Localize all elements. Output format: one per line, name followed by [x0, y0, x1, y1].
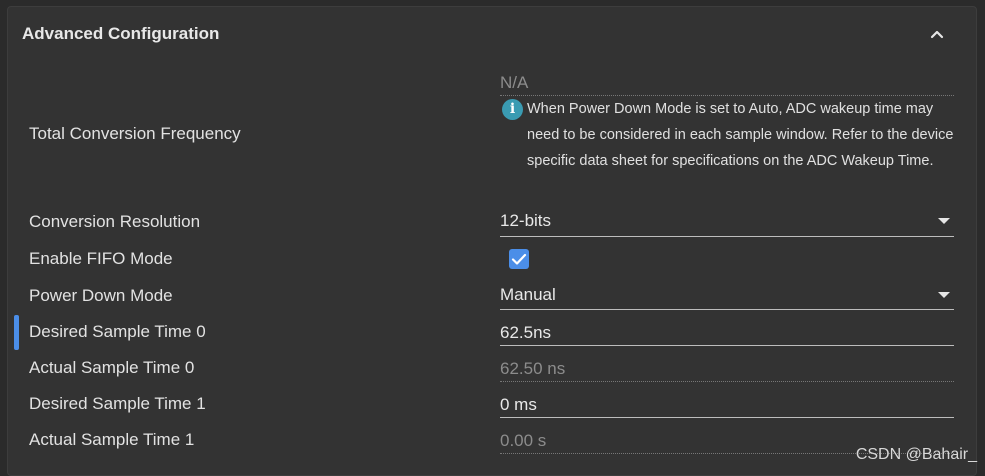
- row-focus-indicator: [14, 315, 19, 350]
- enable-fifo-mode-label: Enable FIFO Mode: [29, 249, 173, 268]
- power-down-mode-select[interactable]: Manual: [500, 277, 954, 311]
- desired-sample-time-1-underline: [500, 417, 954, 418]
- chevron-up-icon[interactable]: [926, 23, 948, 45]
- checkmark-icon: [511, 253, 527, 265]
- conversion-resolution-label: Conversion Resolution: [29, 212, 201, 231]
- chevron-down-icon: [938, 218, 950, 224]
- actual-sample-time-0-value: 62.50 ns: [500, 359, 566, 378]
- actual-sample-time-0-underline: [500, 381, 954, 382]
- info-icon: i: [502, 99, 523, 120]
- actual-sample-time-1-value: 0.00 s: [500, 431, 547, 450]
- power-down-mode-value: Manual: [500, 285, 556, 304]
- actual-sample-time-0-label: Actual Sample Time 0: [29, 358, 195, 377]
- desired-sample-time-0-label: Desired Sample Time 0: [29, 322, 206, 341]
- desired-sample-time-0-input[interactable]: 62.5ns: [500, 323, 551, 343]
- watermark: CSDN @Bahair_: [855, 446, 977, 463]
- desired-sample-time-1-input[interactable]: 0 ms: [500, 395, 537, 415]
- advanced-configuration-panel: Advanced Configuration Total Conversion …: [7, 6, 977, 476]
- power-down-mode-label: Power Down Mode: [29, 286, 173, 305]
- panel-title: Advanced Configuration: [22, 24, 220, 43]
- conversion-resolution-select[interactable]: 12-bits: [500, 203, 954, 237]
- enable-fifo-mode-checkbox[interactable]: [509, 249, 529, 269]
- info-text: When Power Down Mode is set to Auto, ADC…: [527, 101, 954, 169]
- conversion-resolution-underline: [500, 236, 954, 237]
- desired-sample-time-0-underline: [500, 345, 954, 346]
- power-down-mode-underline: [500, 309, 954, 310]
- actual-sample-time-1-label: Actual Sample Time 1: [29, 430, 195, 449]
- panel-header[interactable]: Advanced Configuration: [8, 7, 976, 63]
- total-conversion-frequency-value: N/A: [500, 73, 529, 92]
- chevron-down-icon: [938, 292, 950, 298]
- conversion-resolution-value: 12-bits: [500, 211, 552, 230]
- desired-sample-time-1-label: Desired Sample Time 1: [29, 394, 206, 413]
- total-conversion-frequency-label: Total Conversion Frequency: [29, 124, 241, 143]
